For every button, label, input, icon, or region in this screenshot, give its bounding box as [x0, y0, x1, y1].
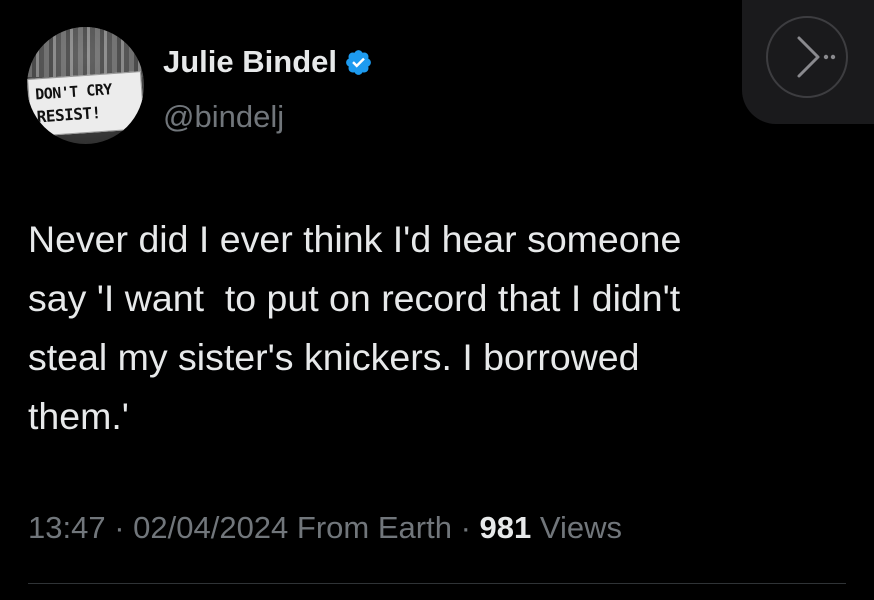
- avatar-protest-sign: DON'T CRY RESIST!: [27, 71, 144, 137]
- avatar[interactable]: DON'T CRY RESIST!: [27, 27, 144, 144]
- avatar-sign-line-2: RESIST!: [36, 103, 102, 127]
- tweet-time[interactable]: 13:47: [28, 510, 106, 545]
- share-button[interactable]: [766, 16, 848, 98]
- chevron-right-icon: [797, 36, 836, 78]
- tweet-text: Never did I ever think I'd hear someone …: [28, 218, 682, 437]
- verified-badge-icon[interactable]: [344, 48, 373, 77]
- avatar-sign-line-1: DON'T CRY: [34, 80, 113, 104]
- author-handle[interactable]: @bindelj: [163, 98, 284, 136]
- meta-separator: ·: [451, 510, 480, 545]
- divider: [28, 583, 846, 584]
- author-display-name[interactable]: Julie Bindel: [163, 43, 337, 81]
- tweet-date[interactable]: 02/04/2024: [133, 510, 288, 545]
- tweet-meta: 13:47 · 02/04/2024 From Earth · 981 View…: [28, 506, 622, 550]
- views-count[interactable]: 981: [480, 510, 532, 545]
- avatar-crowd-background: [27, 27, 144, 77]
- views-label[interactable]: Views: [540, 510, 622, 545]
- tweet-source: From Earth: [296, 510, 452, 545]
- author-name-row: Julie Bindel: [163, 43, 373, 81]
- meta-separator: ·: [105, 510, 134, 545]
